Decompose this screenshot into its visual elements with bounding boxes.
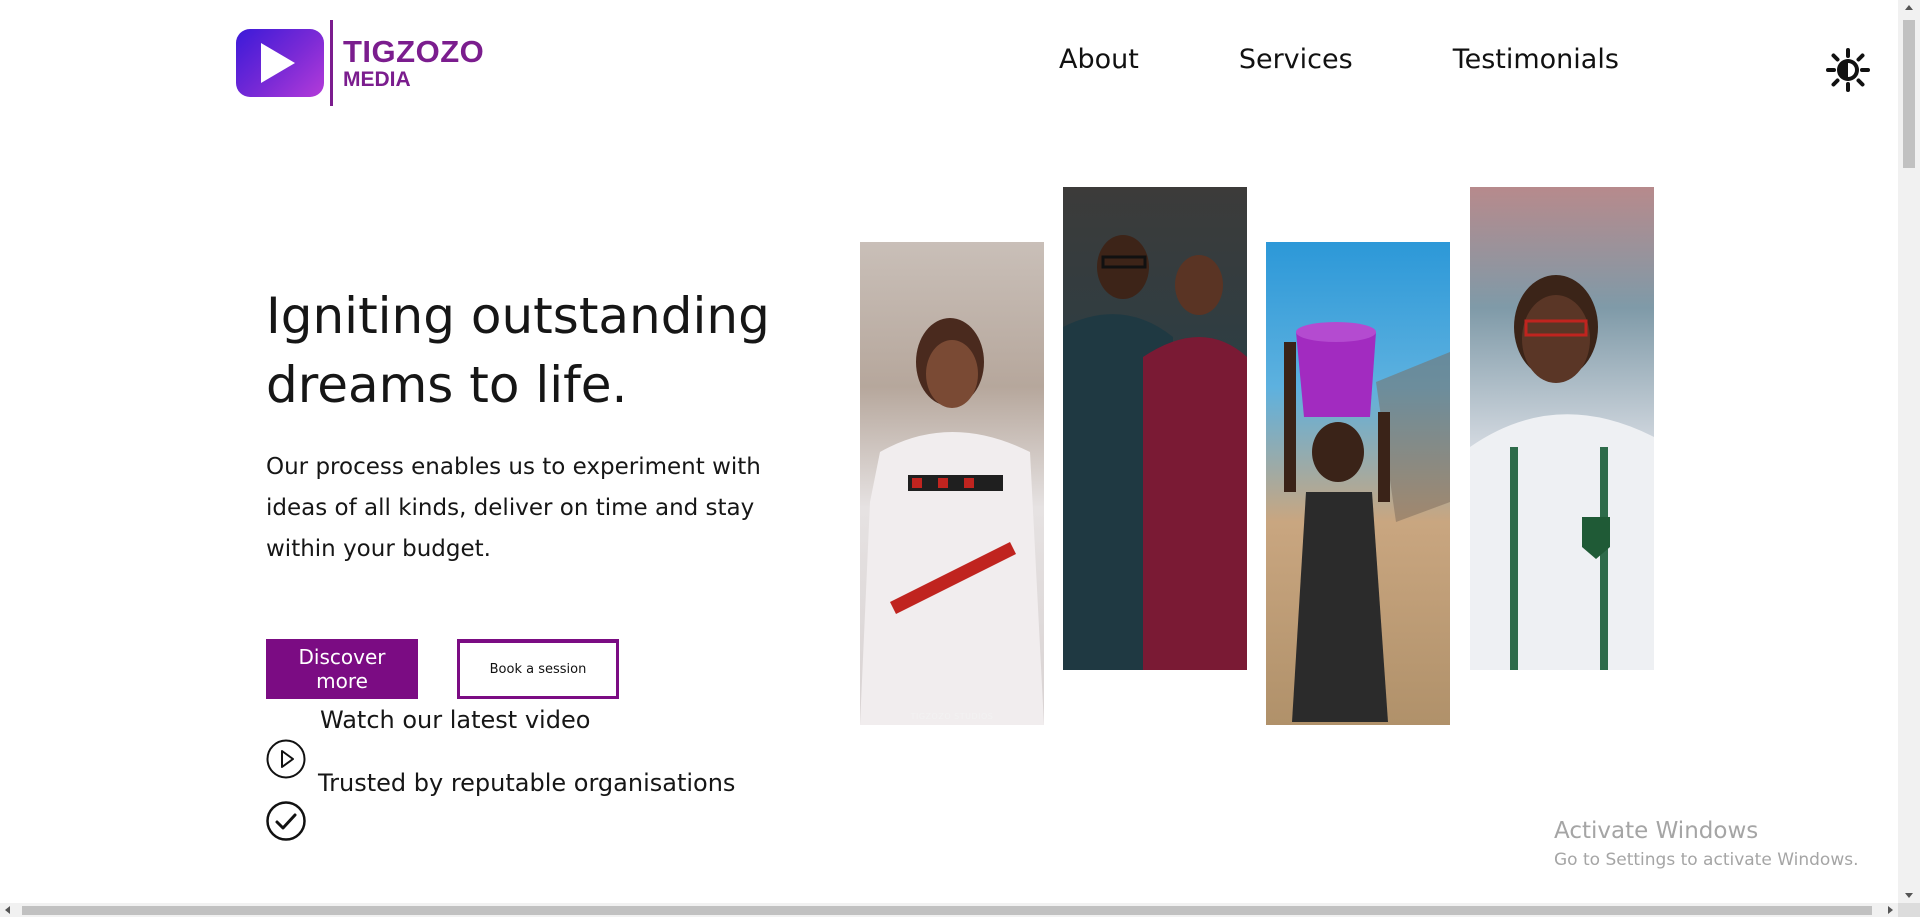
horizontal-scroll-thumb[interactable]: [22, 906, 1872, 915]
scrollbar-corner: [1898, 903, 1920, 917]
vertical-scroll-thumb[interactable]: [1903, 20, 1915, 168]
check-circle-icon: [266, 801, 306, 841]
nav-testimonials[interactable]: Testimonials: [1453, 44, 1619, 75]
logo-divider: [330, 20, 333, 106]
nav-services[interactable]: Services: [1239, 44, 1353, 75]
scroll-left-icon[interactable]: [5, 906, 10, 914]
vertical-scrollbar[interactable]: [1898, 0, 1920, 903]
brand-sub: MEDIA: [343, 68, 411, 91]
logo-text: TIGZOZO MEDIA: [343, 36, 484, 90]
hero-title: Igniting outstanding dreams to life.: [266, 287, 770, 414]
hero-description: Our process enables us to experiment wit…: [266, 454, 761, 562]
nav-about[interactable]: About: [1059, 44, 1139, 75]
photo-watermark: TIGZOZO STUDIOS: [910, 712, 994, 721]
main-nav: About Services Testimonials: [1059, 44, 1619, 75]
photo-student: [1470, 187, 1654, 670]
activate-title: Activate Windows: [1554, 818, 1759, 844]
sun-icon[interactable]: [1826, 48, 1870, 92]
activate-windows-overlay: Activate Windows Go to Settings to activ…: [1554, 818, 1859, 870]
watch-video-text[interactable]: Watch our latest video: [320, 706, 590, 734]
brand-logo[interactable]: TIGZOZO MEDIA: [236, 20, 484, 106]
page: TIGZOZO MEDIA About Services Testimonial…: [0, 0, 1898, 903]
scroll-right-icon[interactable]: [1888, 906, 1893, 914]
discover-more-button[interactable]: Discover more: [266, 639, 418, 699]
trusted-text: Trusted by reputable organisations: [318, 769, 736, 797]
photo-bride: TIGZOZO STUDIOS: [860, 242, 1044, 725]
photo-couple: [1063, 187, 1247, 670]
brand-name: TIGZOZO: [343, 34, 485, 69]
play-circle-icon[interactable]: [266, 739, 306, 779]
activate-subtitle: Go to Settings to activate Windows.: [1554, 850, 1859, 870]
logo-play-icon: [236, 29, 324, 97]
scroll-down-icon[interactable]: [1905, 893, 1913, 898]
photo-girl-bucket: [1266, 242, 1450, 725]
horizontal-scrollbar[interactable]: [0, 903, 1898, 917]
scroll-up-icon[interactable]: [1905, 5, 1913, 10]
book-session-button[interactable]: Book a session: [457, 639, 619, 699]
